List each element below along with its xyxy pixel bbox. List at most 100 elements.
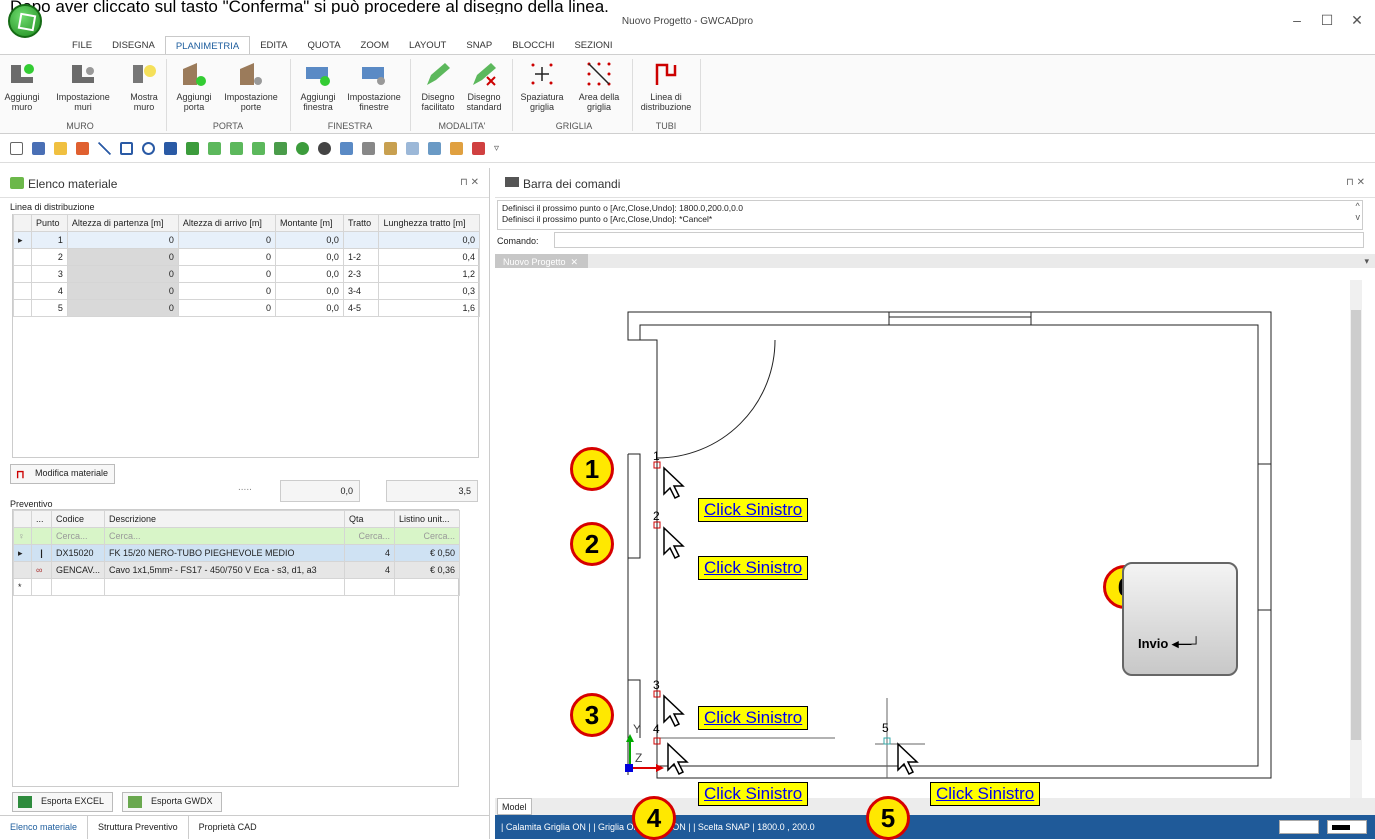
- wall-settings-button[interactable]: Impostazione muri: [48, 59, 118, 112]
- point-label: 4: [653, 722, 660, 736]
- lightbulb-icon: [129, 59, 159, 89]
- col-altezza-arrivo[interactable]: Altezza di arrivo [m]: [177, 214, 277, 232]
- scroll-arrows[interactable]: ^ v: [1356, 201, 1361, 223]
- show-wall-button[interactable]: Mostra muro: [124, 59, 164, 112]
- col-qta[interactable]: Qta: [344, 510, 396, 528]
- group-finestra: FINESTRA: [327, 121, 373, 131]
- tab-blocchi[interactable]: BLOCCHI: [502, 36, 564, 54]
- add-wall-button[interactable]: Aggiungi muro: [2, 59, 42, 112]
- tab-zoom[interactable]: ZOOM: [351, 36, 400, 54]
- col-lunghezza[interactable]: Lunghezza tratto [m]: [378, 214, 480, 232]
- tab-proprieta-cad[interactable]: Proprietà CAD: [189, 816, 267, 839]
- command-panel-pin-close[interactable]: ⊓ ✕: [1346, 177, 1365, 188]
- tab-disegna[interactable]: DISEGNA: [102, 36, 165, 54]
- tool-icon[interactable]: [450, 142, 463, 155]
- col-punto[interactable]: Punto: [31, 214, 68, 232]
- tool-icon[interactable]: [252, 142, 265, 155]
- table-row[interactable]: 5 0 0 0,0 4-5 1,6: [13, 299, 480, 317]
- grid-area-button[interactable]: Area della griglia: [574, 59, 624, 112]
- line-color-dropdown[interactable]: [1327, 820, 1367, 834]
- tab-elenco-materiale[interactable]: Elenco materiale: [0, 816, 89, 839]
- panel-pin-close[interactable]: ⊓ ✕: [460, 177, 479, 188]
- tab-edita[interactable]: EDITA: [250, 36, 297, 54]
- distribution-line-icon: ⊓: [16, 469, 25, 481]
- tab-dropdown-icon[interactable]: ▾: [1364, 256, 1369, 267]
- grid-spacing-button[interactable]: Spaziatura griglia: [516, 59, 568, 112]
- export-excel-button[interactable]: Esporta EXCEL: [12, 792, 114, 812]
- save-icon[interactable]: [32, 142, 45, 155]
- export-gwdx-button[interactable]: Esporta GWDX: [122, 792, 222, 812]
- tab-planimetria[interactable]: PLANIMETRIA: [164, 36, 251, 54]
- command-input[interactable]: [554, 232, 1364, 248]
- distribution-line-button[interactable]: Linea di distribuzione: [636, 59, 696, 112]
- tab-model[interactable]: Model: [497, 798, 532, 815]
- tab-layout[interactable]: LAYOUT: [399, 36, 456, 54]
- rectangle-icon[interactable]: [120, 142, 133, 155]
- table-row[interactable]: ▸ 1 0 0 0,0 0,0: [13, 231, 480, 249]
- tab-quota[interactable]: QUOTA: [297, 36, 350, 54]
- tool-icon[interactable]: [406, 142, 419, 155]
- tool-icon[interactable]: [362, 142, 375, 155]
- tab-file[interactable]: FILE: [62, 36, 102, 54]
- col-altezza-partenza[interactable]: Altezza di partenza [m]: [66, 214, 179, 232]
- easy-drawing-button[interactable]: Disegno facilitato: [418, 59, 458, 112]
- text-icon[interactable]: [164, 142, 177, 155]
- tool-icon[interactable]: [428, 142, 441, 155]
- tab-struttura-preventivo[interactable]: Struttura Preventivo: [88, 816, 189, 839]
- new-row[interactable]: *: [13, 578, 460, 596]
- wall-settings-icon: [68, 59, 98, 89]
- splitter-handle[interactable]: .....: [238, 482, 252, 493]
- tool-icon[interactable]: [274, 142, 287, 155]
- table-row[interactable]: ∞ GENCAV... Cavo 1x1,5mm² - FS17 - 450/750…: [13, 561, 460, 579]
- table-row[interactable]: 3 0 0 0,0 2-3 1,2: [13, 265, 480, 283]
- standard-drawing-button[interactable]: Disegno standard: [462, 59, 506, 112]
- tool-icon[interactable]: [472, 142, 485, 155]
- add-door-button[interactable]: Aggiungi porta: [172, 59, 216, 112]
- cube-icon[interactable]: [76, 142, 89, 155]
- customize-toolbar-icon[interactable]: ▿: [494, 143, 499, 154]
- ribbon: Aggiungi muro Impostazione muri Mostra muro…: [0, 54, 1375, 134]
- door-settings-button[interactable]: Impostazione porte: [220, 59, 282, 112]
- tool-icon[interactable]: [318, 142, 331, 155]
- open-folder-icon[interactable]: [54, 142, 67, 155]
- panel-title: Elenco materiale: [28, 177, 118, 191]
- minimize-button[interactable]: –: [1282, 12, 1312, 28]
- tab-sezioni[interactable]: SEZIONI: [564, 36, 622, 54]
- line-icon[interactable]: [98, 142, 111, 155]
- image-icon[interactable]: [186, 142, 199, 155]
- col-tratto[interactable]: Tratto: [342, 214, 380, 232]
- scrollbar-thumb[interactable]: [1351, 310, 1361, 740]
- add-window-button[interactable]: Aggiungi finestra: [296, 59, 340, 112]
- col-listino[interactable]: Listino unit...: [394, 510, 460, 528]
- col-montante[interactable]: Montante [m]: [275, 214, 344, 232]
- new-file-icon[interactable]: [10, 142, 23, 155]
- total-montante: 0,0: [280, 480, 360, 502]
- maximize-button[interactable]: ☐: [1312, 12, 1342, 29]
- tool-icon[interactable]: [230, 142, 243, 155]
- excel-icon: [18, 796, 32, 808]
- close-button[interactable]: ✕: [1342, 12, 1372, 29]
- tool-icon[interactable]: [208, 142, 221, 155]
- cad-canvas[interactable]: 1 2 3 4 5 Y Z: [495, 268, 1375, 798]
- tab-snap[interactable]: SNAP: [456, 36, 502, 54]
- wall-add-icon: [7, 59, 37, 89]
- window-settings-button[interactable]: Impostazione finestre: [342, 59, 406, 112]
- col-codice[interactable]: Codice: [50, 510, 106, 528]
- circle-icon[interactable]: [142, 142, 155, 155]
- point-label: 3: [653, 678, 660, 692]
- vertical-scrollbar[interactable]: [1350, 280, 1362, 798]
- floor-plan-drawing[interactable]: 1 2 3 4 5 Y Z: [495, 268, 1375, 798]
- edit-material-button[interactable]: ⊓ Modifica materiale: [10, 464, 116, 484]
- fill-color-dropdown[interactable]: [1279, 820, 1319, 834]
- material-list-icon: [10, 177, 24, 189]
- tool-icon[interactable]: [384, 142, 397, 155]
- search-row[interactable]: ♀ Cerca... Cerca... Cerca... Cerca...: [13, 527, 460, 545]
- table-row[interactable]: 2 0 0 0,0 1-2 0,4: [13, 248, 480, 266]
- tool-icon[interactable]: [340, 142, 353, 155]
- table-row[interactable]: 4 0 0 0,0 3-4 0,3: [13, 282, 480, 300]
- table-row[interactable]: ▸ | DX15020 FK 15/20 NERO-TUBO PIEGHEVOLE M…: [13, 544, 460, 562]
- tool-icon[interactable]: [296, 142, 309, 155]
- left-click-label: Click Sinistro: [698, 498, 809, 522]
- distribution-line-label: Linea di distribuzione: [10, 202, 95, 212]
- col-descrizione[interactable]: Descrizione: [104, 510, 346, 528]
